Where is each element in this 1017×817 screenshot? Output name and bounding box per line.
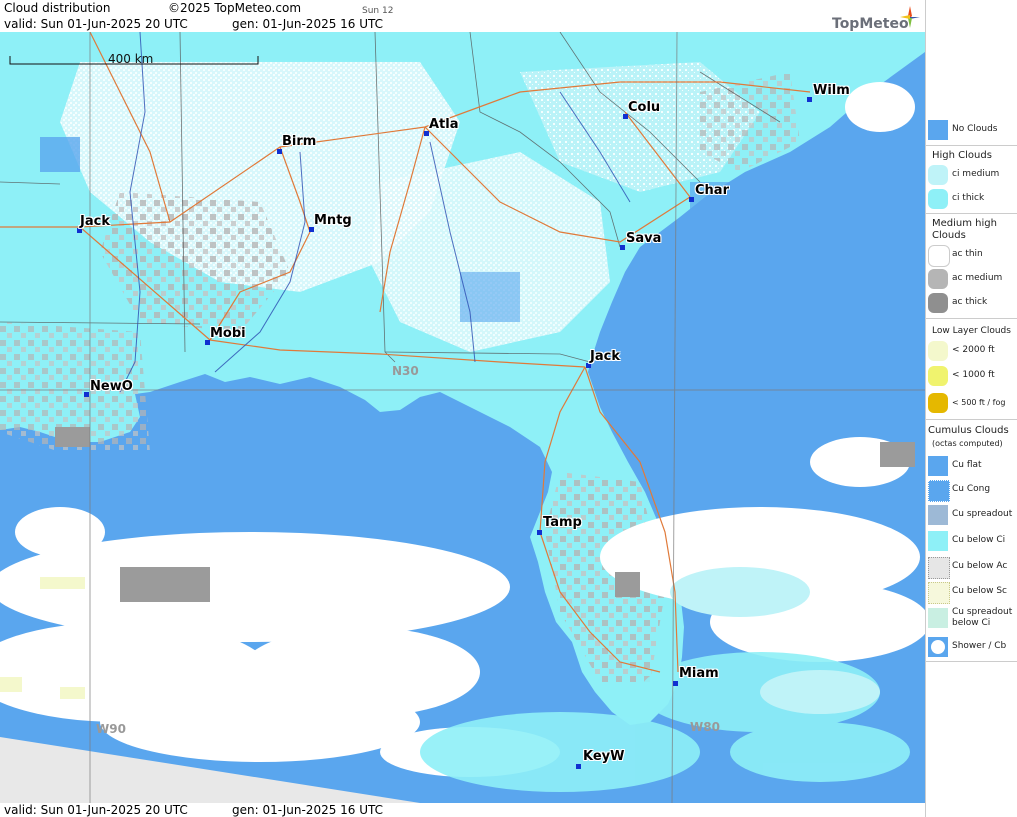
legend-ac-medium: ac medium (928, 269, 1017, 289)
cu-spreadout-below-ci-label: Cu spreadout below Ci (952, 607, 1013, 628)
cu-flat-swatch (928, 456, 948, 476)
map-canvas (0, 32, 925, 803)
cu-flat-label: Cu flat (952, 460, 982, 470)
low-1000-swatch (928, 366, 948, 386)
fog-swatch (928, 393, 948, 413)
city-label-miam: Miam (679, 666, 719, 681)
header-bar: Cloud distribution ©2025 TopMeteo.com Su… (0, 0, 925, 32)
city-label-keyw: KeyW (583, 749, 625, 764)
footer-generation-time: gen: 01-Jun-2025 16 UTC (232, 803, 384, 817)
ci-medium-label: ci medium (952, 169, 1000, 179)
cu-below-ci-swatch (928, 531, 948, 551)
cu-spreadout-swatch (928, 505, 948, 525)
legend-cu-below-ac: Cu below Ac (928, 557, 1017, 579)
legend-cu-below-sc: Cu below Sc (928, 582, 1017, 604)
no-clouds-swatch (928, 120, 948, 140)
city-marker-tamp (537, 530, 542, 535)
legend-medium-clouds-heading: Medium high Clouds (932, 218, 997, 241)
copyright-text: ©2025 TopMeteo.com (168, 1, 302, 15)
ac-thick-swatch (928, 293, 948, 313)
ac-thick-label: ac thick (952, 297, 988, 307)
legend-no-clouds: No Clouds (928, 120, 1017, 140)
legend-cumulus-heading: Cumulus Clouds (928, 425, 1009, 436)
city-label-jackson: Jack (80, 214, 110, 229)
legend-high-clouds-heading: High Clouds (932, 150, 992, 161)
city-marker-char (689, 197, 694, 202)
day-tag: Sun 12 (362, 6, 394, 16)
logo-text: TopMeteo (832, 16, 909, 32)
city-label-tamp: Tamp (543, 515, 582, 530)
cu-below-ac-swatch (928, 557, 950, 579)
grid-label-w90: W90 (96, 722, 126, 736)
cu-spreadout-label: Cu spreadout (952, 509, 1013, 519)
city-marker-keyw (576, 764, 581, 769)
cu-below-ci-label: Cu below Ci (952, 535, 1006, 545)
cu-cong-label: Cu Cong (952, 484, 991, 494)
city-label-mntg: Mntg (314, 213, 352, 228)
legend-ci-thick: ci thick (928, 189, 1017, 209)
ac-medium-label: ac medium (952, 273, 1003, 283)
fog-label: < 500 ft / fog (952, 398, 1006, 407)
scale-label: 400 km (108, 52, 154, 66)
ac-medium-swatch (928, 269, 948, 289)
city-label-colu: Colu (628, 100, 661, 115)
low-2000-swatch (928, 341, 948, 361)
cu-below-ac-label: Cu below Ac (952, 561, 1008, 571)
footer-valid-time: valid: Sun 01-Jun-2025 20 UTC (4, 803, 188, 817)
legend-cu-below-ci: Cu below Ci (928, 531, 1017, 551)
ac-thin-swatch (928, 245, 950, 267)
legend-cu-flat: Cu flat (928, 456, 1017, 476)
legend-low-2000: < 2000 ft (928, 341, 1017, 361)
valid-time: valid: Sun 01-Jun-2025 20 UTC (4, 17, 188, 31)
city-label-wilm: Wilm (813, 83, 850, 98)
low-1000-label: < 1000 ft (952, 370, 995, 380)
ci-thick-label: ci thick (952, 193, 985, 203)
legend-cu-spreadout-below-ci: Cu spreadout below Ci (928, 607, 1017, 628)
shower-cb-swatch (928, 637, 948, 657)
city-marker-miam (673, 681, 678, 686)
cloud-map[interactable]: 400 km N30 W90 W80 Birm Atla Colu Wilm C… (0, 32, 925, 803)
cu-cong-swatch (928, 480, 950, 502)
footer-bar: valid: Sun 01-Jun-2025 20 UTC gen: 01-Ju… (0, 803, 925, 817)
cu-below-sc-label: Cu below Sc (952, 586, 1007, 596)
city-label-mobi: Mobi (210, 326, 246, 341)
legend-low-1000: < 1000 ft (928, 366, 1017, 386)
city-label-newo: NewO (90, 379, 133, 394)
grid-label-n30: N30 (392, 364, 419, 378)
shower-cb-label: Shower / Cb (952, 641, 1007, 651)
legend-low-clouds-heading: Low Layer Clouds (932, 326, 1011, 336)
legend-cu-cong: Cu Cong (928, 480, 1017, 502)
legend-cumulus-subheading: (octas computed) (932, 439, 1003, 448)
legend-shower-cb: Shower / Cb (928, 637, 1017, 657)
no-clouds-label: No Clouds (952, 124, 998, 134)
city-label-char: Char (695, 183, 729, 198)
ci-medium-swatch (928, 165, 948, 185)
city-label-birm: Birm (282, 134, 317, 149)
topmeteo-logo: TopMeteo (832, 6, 924, 32)
legend-ac-thin: ac thin (928, 245, 1017, 267)
city-label-atla: Atla (429, 117, 459, 132)
city-label-jacksonville: Jack (590, 349, 620, 364)
low-2000-label: < 2000 ft (952, 345, 995, 355)
city-label-sava: Sava (626, 231, 662, 246)
compass-star-icon (900, 6, 920, 28)
generation-time: gen: 01-Jun-2025 16 UTC (232, 17, 384, 31)
legend-fog: < 500 ft / fog (928, 393, 1017, 413)
legend-cu-spreadout: Cu spreadout (928, 505, 1017, 525)
cu-below-sc-swatch (928, 582, 950, 604)
cu-spreadout-below-ci-swatch (928, 608, 948, 628)
city-marker-newo (84, 392, 89, 397)
ci-thick-swatch (928, 189, 948, 209)
city-marker-sava (620, 245, 625, 250)
legend-ac-thick: ac thick (928, 293, 1017, 313)
ac-thin-label: ac thin (952, 249, 983, 259)
legend-ci-medium: ci medium (928, 165, 1017, 185)
city-marker-wilm (807, 97, 812, 102)
grid-label-w80: W80 (690, 720, 720, 734)
city-marker-birm (277, 149, 282, 154)
legend-panel: No Clouds High Clouds ci medium ci thick… (925, 0, 1017, 817)
map-title: Cloud distribution (4, 1, 111, 15)
